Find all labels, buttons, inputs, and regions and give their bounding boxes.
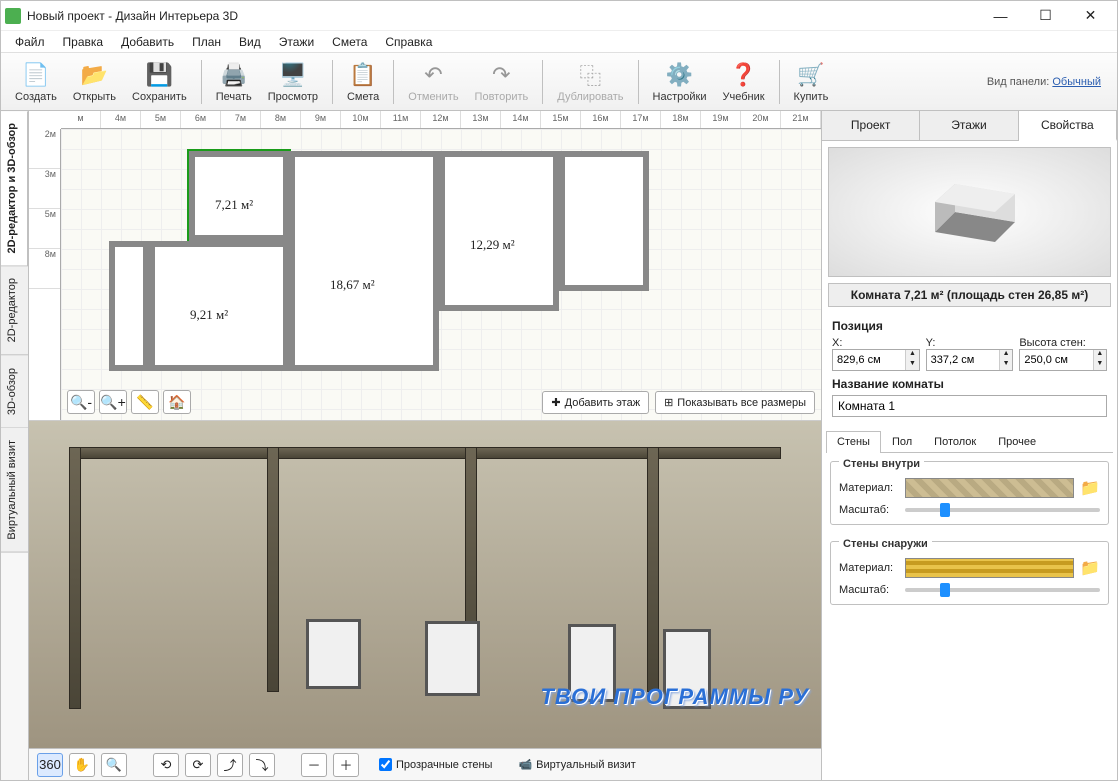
virtual-visit-button[interactable]: 📹 Виртуальный визит: [518, 758, 635, 771]
settings-button[interactable]: ⚙️Настройки: [645, 59, 715, 105]
estimate-button[interactable]: 📋Смета: [339, 59, 387, 105]
transparent-walls-checkbox[interactable]: Прозрачные стены: [379, 758, 492, 771]
bottom-toolbar: 360 ✋ 🔍 ⟲ ⟳ ⤴ ⤵ － ＋ Прозрачные стены 📹 В…: [29, 748, 821, 780]
maximize-button[interactable]: ☐: [1023, 2, 1068, 30]
menu-bar: ФайлПравкаДобавитьПланВидЭтажиСметаСправ…: [1, 31, 1117, 53]
pan-button[interactable]: ✋: [69, 753, 95, 777]
redo-button: ↷Повторить: [467, 59, 537, 105]
left-vertical-tabs: 2D-редактор и 3D-обзор2D-редактор3D-обзо…: [1, 111, 29, 780]
room-12-29[interactable]: 12,29 м²: [439, 151, 559, 311]
tilt-up-button[interactable]: ⤴: [217, 753, 243, 777]
left-tab-3[interactable]: Виртуальный визит: [1, 428, 28, 553]
menu-Смета[interactable]: Смета: [324, 33, 375, 51]
minimize-button[interactable]: —: [978, 2, 1023, 30]
menu-Правка[interactable]: Правка: [55, 33, 112, 51]
menu-План[interactable]: План: [184, 33, 229, 51]
new-button[interactable]: 📄Создать: [7, 59, 65, 105]
walls-inside-group: Стены внутри Материал: 📁 Масштаб:: [830, 461, 1109, 525]
menu-Добавить[interactable]: Добавить: [113, 33, 182, 51]
inside-scale-slider[interactable]: [905, 508, 1100, 512]
view-3d[interactable]: ТВОИ ПРОГРАММЫ РУ: [29, 421, 821, 748]
right-tab-Проект[interactable]: Проект: [822, 111, 920, 140]
duplicate-button: ⿻Дублировать: [549, 59, 631, 105]
show-dimensions-button[interactable]: ⊞ Показывать все размеры: [655, 391, 815, 414]
room-9-21[interactable]: 9,21 м²: [149, 241, 289, 371]
add-floor-button[interactable]: ✚ Добавить этаж: [542, 391, 649, 414]
left-tab-0[interactable]: 2D-редактор и 3D-обзор: [1, 111, 28, 266]
panel-mode-link[interactable]: Обычный: [1052, 76, 1101, 88]
close-button[interactable]: ✕: [1068, 2, 1113, 30]
wall-subtabs: СтеныПолПотолокПрочее: [826, 431, 1113, 453]
zoom-out-button[interactable]: 🔍-: [67, 390, 95, 414]
preview-button[interactable]: 🖥️Просмотр: [260, 59, 326, 105]
outside-material-swatch[interactable]: [905, 558, 1074, 578]
ruler-horizontal: м4м5м6м7м8м9м10м11м12м13м14м15м16м17м18м…: [61, 111, 821, 129]
rotate-left-button[interactable]: ⟲: [153, 753, 179, 777]
properties-panel: ПроектЭтажиСвойства Комната 7,21 м² (пло…: [821, 111, 1117, 780]
room-name-input[interactable]: [832, 395, 1107, 417]
wall-height-input[interactable]: ▲▼: [1019, 349, 1107, 371]
plan-zoom-tools: 🔍- 🔍+ 📏 🏠: [67, 390, 191, 414]
walls-outside-group: Стены снаружи Материал: 📁 Масштаб:: [830, 541, 1109, 605]
menu-Этажи[interactable]: Этажи: [271, 33, 322, 51]
help-button[interactable]: ❓Учебник: [714, 59, 772, 105]
room-name-title: Название комнаты: [832, 377, 1107, 391]
zoom-out-3d-button[interactable]: －: [301, 753, 327, 777]
room-box-icon: [915, 172, 1025, 252]
left-tab-2[interactable]: 3D-обзор: [1, 356, 28, 428]
right-tabs: ПроектЭтажиСвойства: [822, 111, 1117, 141]
room-7-21[interactable]: 7,21 м²: [189, 151, 289, 241]
open-button[interactable]: 📂Открыть: [65, 59, 124, 105]
right-tab-Этажи[interactable]: Этажи: [920, 111, 1018, 140]
pos-y-input[interactable]: ▲▼: [926, 349, 1014, 371]
browse-outside-material-icon[interactable]: 📁: [1080, 558, 1100, 578]
right-tab-Свойства[interactable]: Свойства: [1019, 111, 1117, 141]
rotate-right-button[interactable]: ⟳: [185, 753, 211, 777]
menu-Справка[interactable]: Справка: [377, 33, 440, 51]
undo-button: ↶Отменить: [400, 59, 466, 105]
measure-button[interactable]: 📏: [131, 390, 159, 414]
ruler-vertical: 2м3м5м8м: [29, 129, 61, 420]
menu-Вид[interactable]: Вид: [231, 33, 269, 51]
room-small[interactable]: [559, 151, 649, 291]
zoom-button[interactable]: 🔍: [101, 753, 127, 777]
pos-x-input[interactable]: ▲▼: [832, 349, 920, 371]
outside-scale-slider[interactable]: [905, 588, 1100, 592]
zoom-in-3d-button[interactable]: ＋: [333, 753, 359, 777]
room-description: Комната 7,21 м² (площадь стен 26,85 м²): [828, 283, 1111, 307]
subtab-Стены[interactable]: Стены: [826, 431, 881, 453]
window-title: Новый проект - Дизайн Интерьера 3D: [27, 9, 978, 23]
print-button[interactable]: 🖨️Печать: [208, 59, 260, 105]
zoom-in-button[interactable]: 🔍+: [99, 390, 127, 414]
tilt-down-button[interactable]: ⤵: [249, 753, 275, 777]
menu-Файл[interactable]: Файл: [7, 33, 53, 51]
position-title: Позиция: [832, 319, 1107, 333]
room-narrow[interactable]: [109, 241, 149, 371]
panel-mode: Вид панели: Обычный: [987, 76, 1111, 88]
title-bar: Новый проект - Дизайн Интерьера 3D — ☐ ✕: [1, 1, 1117, 31]
plan-2d-view[interactable]: м4м5м6м7м8м9м10м11м12м13м14м15м16м17м18м…: [29, 111, 821, 421]
home-button[interactable]: 🏠: [163, 390, 191, 414]
inside-material-swatch[interactable]: [905, 478, 1074, 498]
subtab-Пол[interactable]: Пол: [881, 431, 923, 452]
subtab-Прочее[interactable]: Прочее: [987, 431, 1047, 452]
save-button[interactable]: 💾Сохранить: [124, 59, 195, 105]
orbit-button[interactable]: 360: [37, 753, 63, 777]
browse-inside-material-icon[interactable]: 📁: [1080, 478, 1100, 498]
left-tab-1[interactable]: 2D-редактор: [1, 266, 28, 355]
app-icon: [5, 8, 21, 24]
room-18-67[interactable]: 18,67 м²: [289, 151, 439, 371]
room-3d-preview[interactable]: [828, 147, 1111, 277]
main-toolbar: 📄Создать📂Открыть💾Сохранить 🖨️Печать🖥️Прос…: [1, 53, 1117, 111]
buy-button[interactable]: 🛒Купить: [786, 59, 837, 105]
subtab-Потолок[interactable]: Потолок: [923, 431, 987, 452]
